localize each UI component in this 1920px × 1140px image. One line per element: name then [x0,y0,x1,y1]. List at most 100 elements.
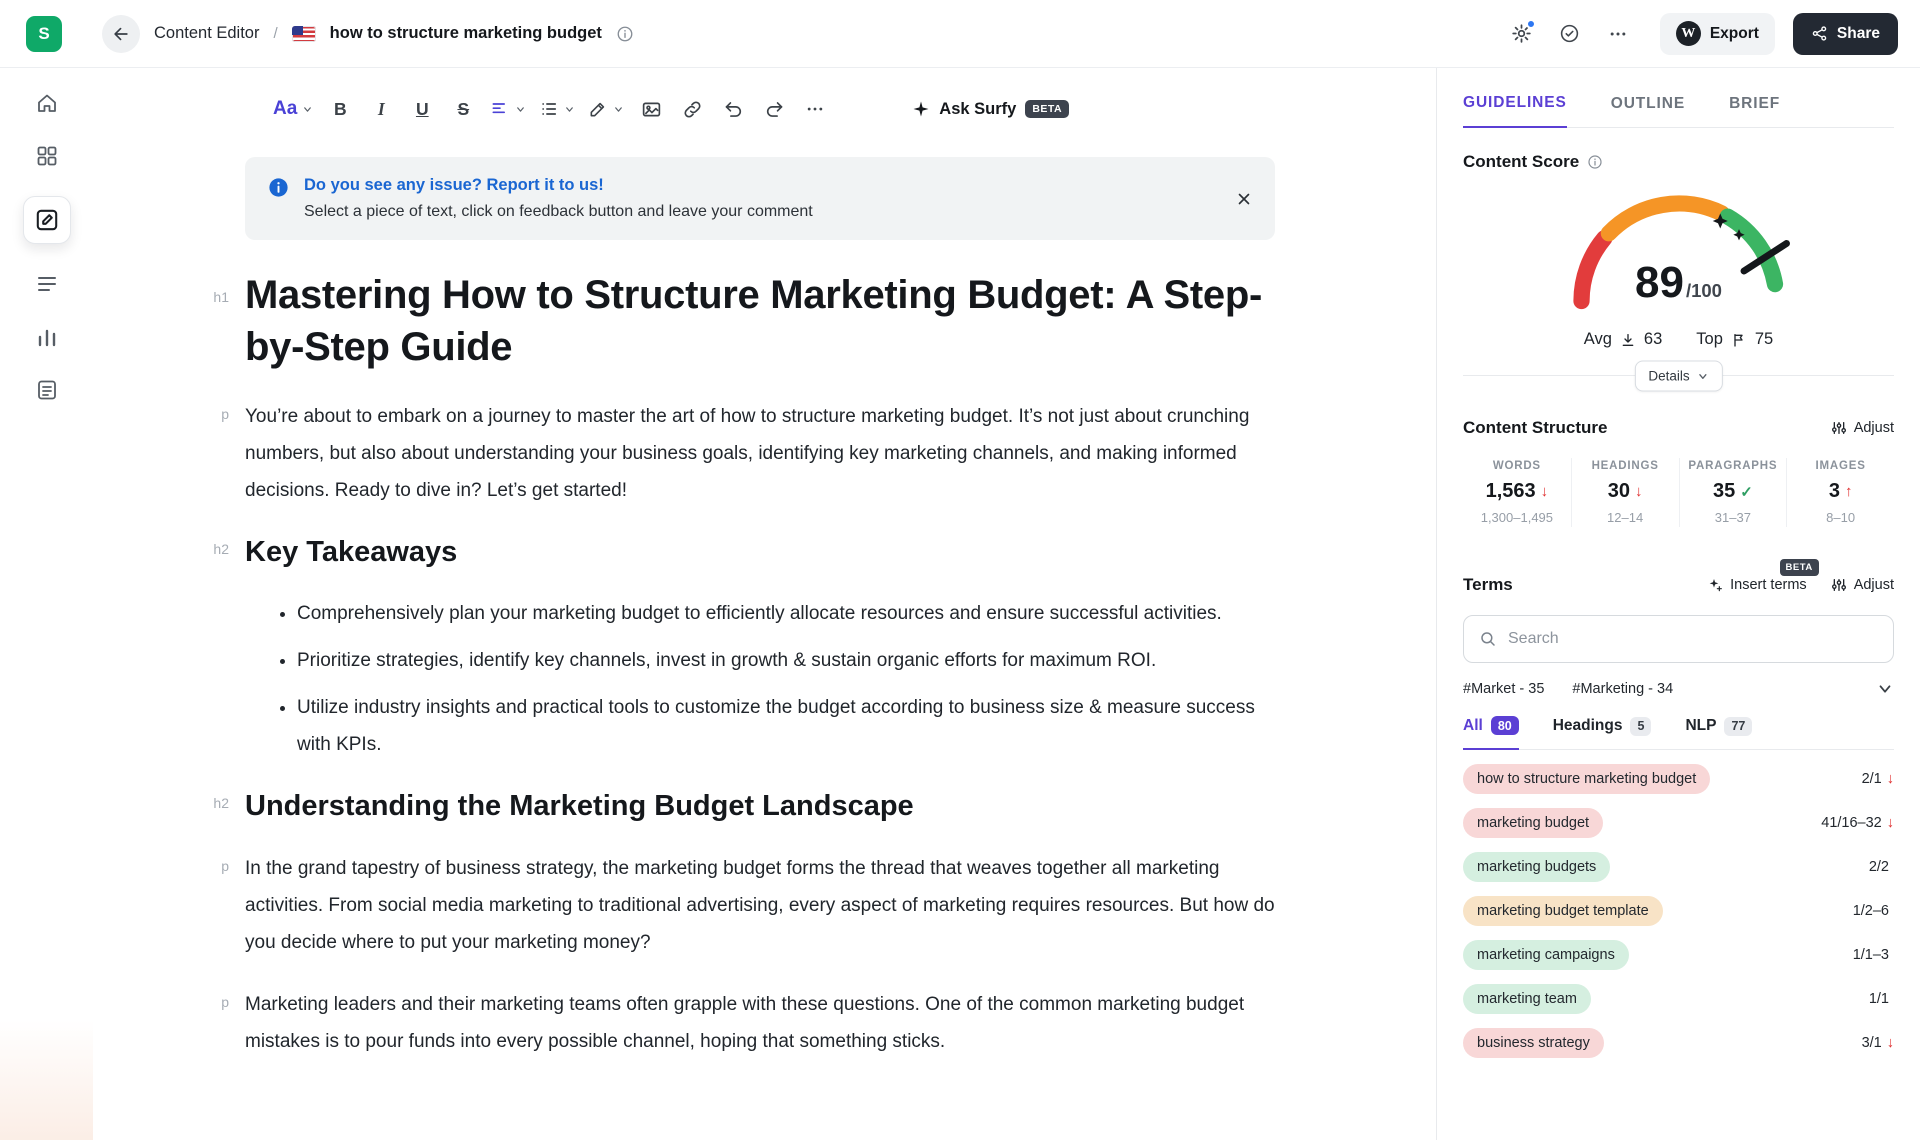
more-options-button[interactable] [1598,14,1638,54]
document-h2[interactable]: Key Takeaways [245,533,1275,571]
tab-outline[interactable]: OUTLINE [1611,94,1685,127]
sidebar-item-analytics[interactable] [34,324,60,350]
status-arrow: ↓ [1635,483,1643,500]
arrow-down-icon: ↓ [1887,1035,1894,1051]
back-button[interactable] [102,15,140,53]
share-button[interactable]: Share [1793,13,1898,55]
export-button[interactable]: W Export [1660,13,1775,55]
term-chip[interactable]: how to structure marketing budget [1463,764,1710,794]
terms-adjust-button[interactable]: Adjust [1831,577,1894,593]
status-arrow: ↑ [1845,483,1853,500]
hash-filter-market[interactable]: #Market - 35 [1463,681,1544,697]
term-chip[interactable]: marketing budget [1463,808,1603,838]
align-dropdown[interactable] [490,92,526,126]
insert-image-button[interactable] [637,92,665,126]
search-input[interactable] [1508,630,1878,648]
topbar-right: W Export Share [1502,13,1898,55]
italic-button[interactable]: I [367,92,395,126]
list-dropdown[interactable] [539,92,575,126]
stat-label: WORDS [1463,460,1571,472]
info-icon [267,176,290,221]
insert-link-button[interactable] [678,92,706,126]
details-label: Details [1648,369,1689,384]
expand-filters-button[interactable] [1876,680,1894,698]
export-label: Export [1710,25,1759,43]
content-score-header: Content Score [1463,152,1894,172]
close-icon [1235,190,1253,208]
panel-tabs: GUIDELINES OUTLINE BRIEF [1463,68,1894,128]
term-chip[interactable]: marketing team [1463,984,1591,1014]
details-button[interactable]: Details [1634,361,1722,392]
banner-subtitle: Select a piece of text, click on feedbac… [304,203,813,221]
term-chip[interactable]: business strategy [1463,1028,1604,1058]
term-count: 2/1↓ [1862,771,1894,787]
underline-button[interactable]: U [408,92,436,126]
ask-surfy-button[interactable]: Ask Surfy BETA [912,100,1069,119]
sparkle-plus-icon [1707,577,1723,593]
dots-horizontal-icon [805,99,825,119]
stat-words: WORDS 1,563↓ 1,300–1,495 [1463,458,1571,527]
list-item[interactable]: Comprehensively plan your marketing budg… [297,595,1275,632]
term-row: marketing campaigns 1/1–3 [1463,940,1894,970]
back-arrow-icon [111,24,131,44]
document-paragraph[interactable]: Marketing leaders and their marketing te… [245,986,1275,1060]
term-count: 1/1 [1869,991,1894,1007]
avg-value: 63 [1644,330,1662,349]
document-paragraph[interactable]: You’re about to embark on a journey to m… [245,398,1275,509]
doc-info-icon[interactable] [616,25,634,43]
arrow-down-to-line-icon [1620,332,1636,348]
list-item[interactable]: Prioritize strategies, identify key chan… [297,642,1275,679]
paragraph-block: p You’re about to embark on a journey to… [245,398,1275,509]
term-chip[interactable]: marketing campaigns [1463,940,1629,970]
term-chip[interactable]: marketing budgets [1463,852,1610,882]
content-structure-stats: WORDS 1,563↓ 1,300–1,495 HEADINGS 30↓ 12… [1463,458,1894,527]
toolbar-more-button[interactable] [801,92,829,126]
breadcrumb-app[interactable]: Content Editor [154,24,259,43]
block-marker: p [187,406,229,422]
strikethrough-button[interactable]: S [449,92,477,126]
undo-button[interactable] [719,92,747,126]
list-item[interactable]: Utilize industry insights and practical … [297,689,1275,763]
banner-close-button[interactable] [1235,190,1253,208]
arrow-down-icon: ↓ [1887,771,1894,787]
structure-adjust-button[interactable]: Adjust [1831,420,1894,436]
sidebar-item-documents[interactable] [34,271,60,297]
terms-tab-nlp[interactable]: NLP 77 [1685,716,1752,749]
saved-status-button[interactable] [1550,14,1590,54]
score-number: 89 [1635,258,1684,308]
avg-benchmark: Avg 63 [1584,330,1663,349]
redo-button[interactable] [760,92,788,126]
insert-terms-button[interactable]: Insert terms [1707,577,1807,593]
pen-icon [588,99,608,119]
bold-button[interactable]: B [326,92,354,126]
block-marker: p [187,994,229,1010]
sidebar-item-dashboard[interactable] [34,143,60,169]
tab-brief[interactable]: BRIEF [1729,94,1780,127]
link-icon [682,99,703,120]
stat-label: PARAGRAPHS [1680,460,1787,472]
tab-guidelines[interactable]: GUIDELINES [1463,94,1567,128]
settings-button[interactable] [1502,14,1542,54]
term-row: marketing budget 41/16–32↓ [1463,808,1894,838]
tab-label: NLP [1685,717,1716,735]
terms-tab-headings[interactable]: Headings 5 [1553,716,1652,749]
document-title: how to structure marketing budget [330,24,602,43]
feedback-banner: Do you see any issue? Report it to us! S… [245,157,1275,240]
hash-filter-marketing[interactable]: #Marketing - 34 [1572,681,1673,697]
top-label: Top [1696,330,1723,349]
sidebar-item-audit[interactable] [34,377,60,403]
term-row: marketing team 1/1 [1463,984,1894,1014]
sidebar-item-home[interactable] [34,90,60,116]
document-h2[interactable]: Understanding the Marketing Budget Lands… [245,787,1275,825]
term-chip[interactable]: marketing budget template [1463,896,1663,926]
text-style-dropdown[interactable]: Aa [273,92,313,126]
app-logo[interactable]: S [26,16,62,52]
sidebar-item-content-editor[interactable] [23,196,71,244]
document-h1[interactable]: Mastering How to Structure Marketing Bud… [245,269,1275,373]
insert-terms-label: Insert terms [1730,577,1807,593]
document-content: Do you see any issue? Report it to us! S… [245,157,1275,1060]
terms-tab-all[interactable]: All 80 [1463,716,1519,750]
highlighter-dropdown[interactable] [588,92,624,126]
info-icon[interactable] [1587,154,1603,170]
document-paragraph[interactable]: In the grand tapestry of business strate… [245,850,1275,961]
